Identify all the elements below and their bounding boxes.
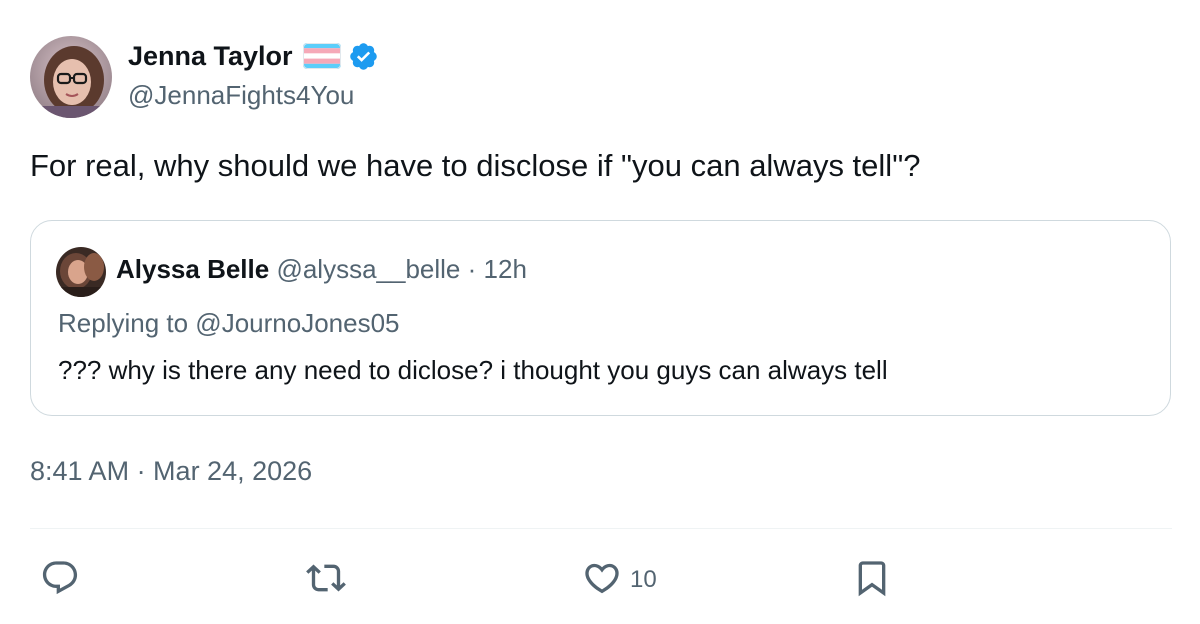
bookmark-icon: [852, 558, 892, 603]
heart-icon: [582, 558, 622, 603]
author-name-row: Jenna Taylor: [128, 38, 379, 74]
verified-badge-icon[interactable]: [348, 41, 379, 72]
quoted-text: ??? why is there any need to diclose? i …: [58, 355, 888, 385]
retweet-button[interactable]: [306, 560, 346, 600]
tweet: Jenna Taylor @JennaFights4You For real, …: [0, 0, 1200, 624]
quoted-display-name[interactable]: Alyssa Belle: [116, 254, 269, 284]
quoted-tweet-card[interactable]: Alyssa Belle @alyssa__belle · 12h Replyi…: [30, 220, 1171, 416]
quoted-author-avatar[interactable]: [56, 247, 106, 297]
reply-icon: [40, 558, 80, 603]
like-count: 10: [630, 566, 657, 593]
author-avatar[interactable]: [30, 36, 112, 118]
tweet-text: For real, why should we have to disclose…: [30, 148, 921, 183]
quoted-time[interactable]: 12h: [484, 254, 527, 284]
quoted-header: Alyssa Belle @alyssa__belle · 12h: [116, 254, 527, 285]
transgender-flag-icon: [302, 43, 341, 69]
quoted-replying-to: Replying to @JournoJones05: [58, 308, 400, 338]
quoted-handle[interactable]: @alyssa__belle: [276, 254, 460, 284]
quoted-separator: ·: [467, 254, 477, 284]
tweet-timestamp[interactable]: 8:41 AM · Mar 24, 2026: [30, 456, 312, 487]
reply-button[interactable]: [40, 560, 80, 600]
author-display-name[interactable]: Jenna Taylor: [128, 41, 293, 72]
divider: [30, 528, 1172, 529]
author-handle[interactable]: @JennaFights4You: [128, 80, 354, 111]
bookmark-button[interactable]: [852, 560, 892, 600]
like-button[interactable]: 10: [582, 560, 657, 600]
retweet-icon: [306, 558, 346, 603]
